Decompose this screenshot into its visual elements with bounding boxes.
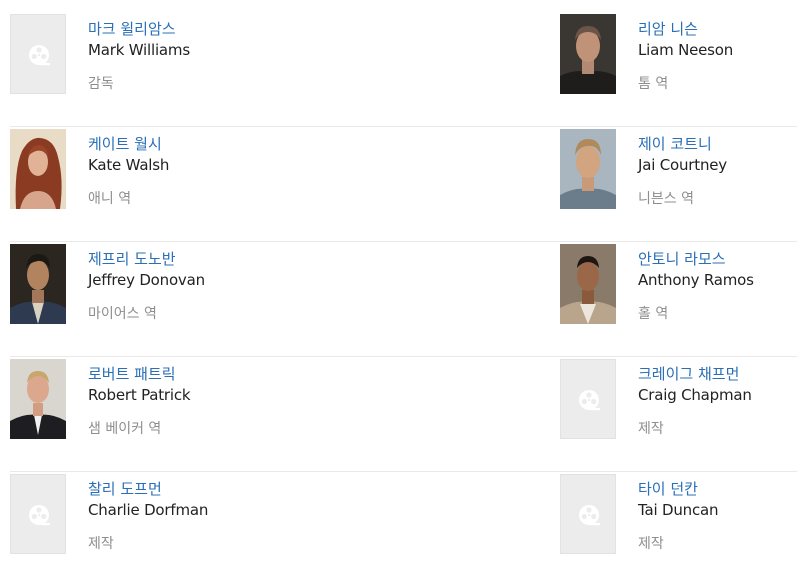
person-role: 니븐스 역 xyxy=(638,191,694,207)
person-role: 톰 역 xyxy=(638,76,669,92)
cast-row: 찰리 도프먼 Charlie Dorfman 제작 타이 던칸 Tai Dunc… xyxy=(10,471,797,586)
person-name-korean[interactable]: 마크 윌리암스 xyxy=(88,19,176,39)
person-name-korean[interactable]: 찰리 도프먼 xyxy=(88,479,162,499)
person-name-english: Jai Courtney xyxy=(638,156,727,174)
film-reel-icon xyxy=(29,505,50,526)
person-name-english: Craig Chapman xyxy=(638,386,752,404)
cast-item: 타이 던칸 Tai Duncan 제작 xyxy=(560,471,797,586)
person-name-english: Jeffrey Donovan xyxy=(88,271,205,289)
person-name-korean[interactable]: 케이트 월시 xyxy=(88,134,162,154)
profile-placeholder[interactable] xyxy=(10,14,66,94)
cast-item: 안토니 라모스 Anthony Ramos 홀 역 xyxy=(560,241,797,356)
film-reel-icon xyxy=(29,45,50,66)
person-name-english: Tai Duncan xyxy=(638,501,719,519)
cast-item: 제프리 도노반 Jeffrey Donovan 마이어스 역 xyxy=(10,241,390,356)
person-name-english: Anthony Ramos xyxy=(638,271,754,289)
person-role: 샘 베이커 역 xyxy=(88,421,162,437)
profile-photo[interactable] xyxy=(560,129,616,209)
person-name-english: Robert Patrick xyxy=(88,386,191,404)
person-name-korean[interactable]: 제프리 도노반 xyxy=(88,249,176,269)
person-name-english: Charlie Dorfman xyxy=(88,501,209,519)
cast-row: 로버트 패트릭 Robert Patrick 샘 베이커 역 크레이그 채프먼 … xyxy=(10,356,797,472)
profile-placeholder[interactable] xyxy=(10,474,66,554)
person-name-korean[interactable]: 타이 던칸 xyxy=(638,479,698,499)
cast-row: 마크 윌리암스 Mark Williams 감독 리암 니슨 Liam Nees… xyxy=(10,11,797,127)
person-name-korean[interactable]: 크레이그 채프먼 xyxy=(638,364,739,384)
person-role: 마이어스 역 xyxy=(88,306,157,322)
cast-row: 케이트 월시 Kate Walsh 애니 역 제이 코트니 Jai Courtn… xyxy=(10,126,797,242)
person-role: 애니 역 xyxy=(88,191,132,207)
person-name-korean[interactable]: 로버트 패트릭 xyxy=(88,364,176,384)
cast-item: 리암 니슨 Liam Neeson 톰 역 xyxy=(560,11,797,126)
cast-item: 케이트 월시 Kate Walsh 애니 역 xyxy=(10,126,390,241)
profile-photo[interactable] xyxy=(10,129,66,209)
person-role: 홀 역 xyxy=(638,306,669,322)
cast-item: 제이 코트니 Jai Courtney 니븐스 역 xyxy=(560,126,797,241)
film-reel-icon xyxy=(579,505,600,526)
person-role: 감독 xyxy=(88,76,114,92)
person-name-english: Kate Walsh xyxy=(88,156,170,174)
person-role: 제작 xyxy=(638,536,664,552)
cast-row: 제프리 도노반 Jeffrey Donovan 마이어스 역 안토니 라모스 A… xyxy=(10,241,797,357)
profile-placeholder[interactable] xyxy=(560,474,616,554)
cast-item: 찰리 도프먼 Charlie Dorfman 제작 xyxy=(10,471,390,586)
person-name-english: Mark Williams xyxy=(88,41,190,59)
person-name-korean[interactable]: 리암 니슨 xyxy=(638,19,698,39)
person-name-korean[interactable]: 제이 코트니 xyxy=(638,134,712,154)
cast-item: 마크 윌리암스 Mark Williams 감독 xyxy=(10,11,390,126)
cast-item: 로버트 패트릭 Robert Patrick 샘 베이커 역 xyxy=(10,356,390,471)
person-role: 제작 xyxy=(88,536,114,552)
profile-placeholder[interactable] xyxy=(560,359,616,439)
person-role: 제작 xyxy=(638,421,664,437)
person-name-english: Liam Neeson xyxy=(638,41,734,59)
profile-photo[interactable] xyxy=(560,14,616,94)
person-name-korean[interactable]: 안토니 라모스 xyxy=(638,249,726,269)
film-reel-icon xyxy=(579,390,600,411)
profile-photo[interactable] xyxy=(10,359,66,439)
cast-item: 크레이그 채프먼 Craig Chapman 제작 xyxy=(560,356,797,471)
profile-photo[interactable] xyxy=(560,244,616,324)
profile-photo[interactable] xyxy=(10,244,66,324)
cast-list: 마크 윌리암스 Mark Williams 감독 리암 니슨 Liam Nees… xyxy=(0,0,797,582)
